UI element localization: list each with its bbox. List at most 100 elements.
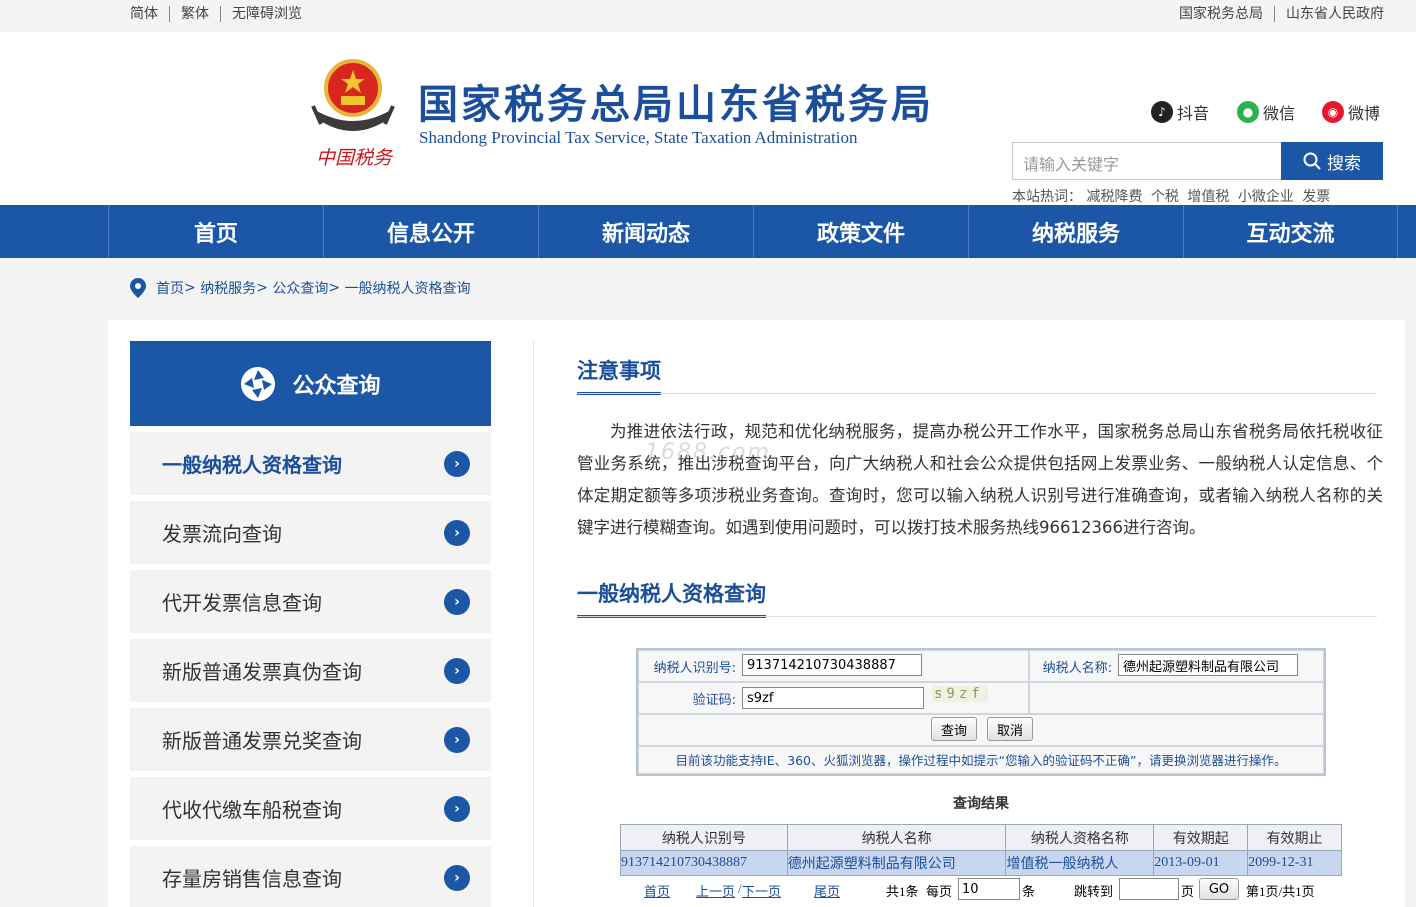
search-icon <box>1303 152 1321 170</box>
main-nav: 首页 信息公开 新闻动态 政策文件 纳税服务 互动交流 <box>0 205 1416 258</box>
sidebar-item-label: 新版普通发票真伪查询 <box>162 660 362 684</box>
chevron-right-icon: › <box>444 865 470 891</box>
sidebar-item-label: 新版普通发票兑奖查询 <box>162 729 362 753</box>
nav-policy[interactable]: 政策文件 <box>753 205 968 258</box>
external-links: 国家税务总局 山东省人民政府 <box>1179 6 1384 22</box>
pager-jump-label: 跳转到 <box>1074 884 1114 899</box>
pager-prev[interactable]: 上一页 <box>696 881 735 900</box>
hot-words: 本站热词： 减税降费 个税 增值税 小微企业 发票 <box>1012 186 1334 206</box>
table-row[interactable]: 913714210730438887 德州起源塑料制品有限公司 增值税一般纳税人… <box>620 850 1342 876</box>
hot-word[interactable]: 发票 <box>1302 189 1330 205</box>
pager-first[interactable]: 首页 <box>644 881 670 900</box>
sidebar-item-vehicle-tax[interactable]: 代收代缴车船税查询 › <box>130 777 491 840</box>
social-wechat-label: 微信 <box>1263 104 1296 123</box>
sidebar-item-label: 一般纳税人资格查询 <box>162 453 342 477</box>
breadcrumb-tax-service[interactable]: 纳税服务 <box>200 278 256 298</box>
sidebar-header: 公众查询 <box>130 341 491 426</box>
hot-word[interactable]: 个税 <box>1151 189 1179 205</box>
cell-taxid: 913714210730438887 <box>620 850 788 876</box>
table-header-row: 纳税人识别号 纳税人名称 纳税人资格名称 有效期起 有效期止 <box>620 824 1342 851</box>
nav-news[interactable]: 新闻动态 <box>538 205 753 258</box>
link-sta[interactable]: 国家税务总局 <box>1179 6 1274 22</box>
search-button[interactable]: 搜索 <box>1281 142 1383 180</box>
search-input[interactable]: 请输入关键字 <box>1012 142 1282 180</box>
cancel-button[interactable]: 取消 <box>987 717 1033 741</box>
emblem-caption: 中国税务 <box>316 147 394 169</box>
query-form: 纳税人识别号: 纳税人名称: 验证码: s9zf 查询 取消 目前该功能支持IE… <box>636 648 1326 776</box>
nav-info-disclosure[interactable]: 信息公开 <box>323 205 538 258</box>
social-weibo-label: 微博 <box>1348 104 1381 123</box>
social-wechat[interactable]: ● 微信 <box>1237 100 1295 124</box>
link-simplified[interactable]: 简体 <box>130 6 169 22</box>
column-header: 纳税人资格名称 <box>1005 824 1155 851</box>
nav-interaction[interactable]: 互动交流 <box>1183 205 1398 258</box>
social-douyin[interactable]: ♪ 抖音 <box>1151 100 1209 124</box>
social-weibo[interactable]: ◉ 微博 <box>1322 100 1380 124</box>
site-title: 国家税务总局山东省税务局 <box>418 82 934 128</box>
chevron-right-icon: › <box>444 451 470 477</box>
pager-next[interactable]: 下一页 <box>742 881 781 900</box>
hot-word[interactable]: 小微企业 <box>1238 189 1294 205</box>
jump-page-input[interactable] <box>1119 878 1179 900</box>
captcha-label: 验证码: <box>692 693 736 708</box>
per-page-input[interactable] <box>958 878 1020 900</box>
sidebar-item-general-taxpayer[interactable]: 一般纳税人资格查询 › <box>130 432 491 495</box>
taxid-input[interactable] <box>742 654 922 676</box>
sidebar-item-issued-invoice[interactable]: 代开发票信息查询 › <box>130 570 491 633</box>
query-title: 一般纳税人资格查询 <box>577 578 766 618</box>
pager-per-page-label: 每页 <box>926 884 953 899</box>
query-button[interactable]: 查询 <box>931 717 977 741</box>
pager-total: 共1条 <box>886 884 919 899</box>
column-header: 有效期起 <box>1153 824 1249 851</box>
hot-words-label: 本站热词： <box>1012 189 1082 205</box>
hot-word[interactable]: 减税降费 <box>1086 189 1142 205</box>
browser-note: 目前该功能支持IE、360、火狐浏览器，操作过程中如提示“您输入的验证码不正确”… <box>675 753 1287 768</box>
chevron-right-icon: › <box>444 520 470 546</box>
sidebar-item-invoice-lottery[interactable]: 新版普通发票兑奖查询 › <box>130 708 491 771</box>
national-emblem-logo[interactable]: 中国税务 <box>307 54 401 174</box>
douyin-icon: ♪ <box>1151 101 1173 123</box>
column-divider <box>533 341 534 907</box>
site-header: 中国税务 国家税务总局山东省税务局 Shandong Provincial Ta… <box>0 32 1416 205</box>
hot-word[interactable]: 增值税 <box>1187 189 1229 205</box>
cell-name: 德州起源塑料制品有限公司 <box>786 850 1007 876</box>
name-label: 纳税人名称: <box>1042 661 1112 676</box>
pager-page-unit: 页 <box>1181 884 1195 899</box>
cell-valid-from: 2013-09-01 <box>1153 850 1249 876</box>
taxpayer-name-input[interactable] <box>1118 654 1298 676</box>
notice-title: 注意事项 <box>577 355 661 395</box>
chevron-right-icon: › <box>444 727 470 753</box>
link-accessibility[interactable]: 无障碍浏览 <box>220 6 313 22</box>
go-button[interactable]: GO <box>1199 878 1239 900</box>
column-header: 纳税人识别号 <box>620 824 788 851</box>
results-table: 纳税人识别号 纳税人名称 纳税人资格名称 有效期起 有效期止 913714210… <box>620 824 1342 876</box>
link-traditional[interactable]: 繁体 <box>169 6 220 22</box>
breadcrumb-current: 一般纳税人资格查询 <box>344 281 471 297</box>
breadcrumb: 首页 > 纳税服务 > 公众查询 > 一般纳税人资格查询 <box>130 278 471 298</box>
watermark: 1688.com <box>645 440 771 465</box>
cell-qualification: 增值税一般纳税人 <box>1005 850 1155 876</box>
wechat-icon: ● <box>1237 101 1259 123</box>
language-links: 简体 繁体 无障碍浏览 <box>130 6 313 22</box>
link-shandong-gov[interactable]: 山东省人民政府 <box>1274 6 1384 22</box>
pager-last[interactable]: 尾页 <box>814 881 840 900</box>
breadcrumb-home[interactable]: 首页 <box>156 278 184 298</box>
sidebar-item-invoice-authenticity[interactable]: 新版普通发票真伪查询 › <box>130 639 491 702</box>
nav-tax-service[interactable]: 纳税服务 <box>968 205 1183 258</box>
form-cell <box>1029 682 1324 714</box>
sidebar-item-label: 发票流向查询 <box>162 522 282 546</box>
sidebar-title: 公众查询 <box>292 373 381 399</box>
pager-page-info: 第1页/共1页 <box>1246 884 1315 899</box>
captcha-image[interactable]: s9zf <box>932 686 988 702</box>
captcha-input[interactable] <box>742 687 924 709</box>
breadcrumb-public-query[interactable]: 公众查询 <box>272 278 328 298</box>
social-douyin-label: 抖音 <box>1177 104 1210 123</box>
taxid-label: 纳税人识别号: <box>653 661 736 676</box>
location-pin-icon <box>130 278 146 298</box>
chevron-right-icon: › <box>444 658 470 684</box>
sidebar-item-label: 代开发票信息查询 <box>162 591 322 615</box>
nav-home[interactable]: 首页 <box>108 205 323 258</box>
results-title: 查询结果 <box>953 796 1009 812</box>
sidebar-item-invoice-flow[interactable]: 发票流向查询 › <box>130 501 491 564</box>
sidebar-item-housing-sales[interactable]: 存量房销售信息查询 › <box>130 846 491 907</box>
